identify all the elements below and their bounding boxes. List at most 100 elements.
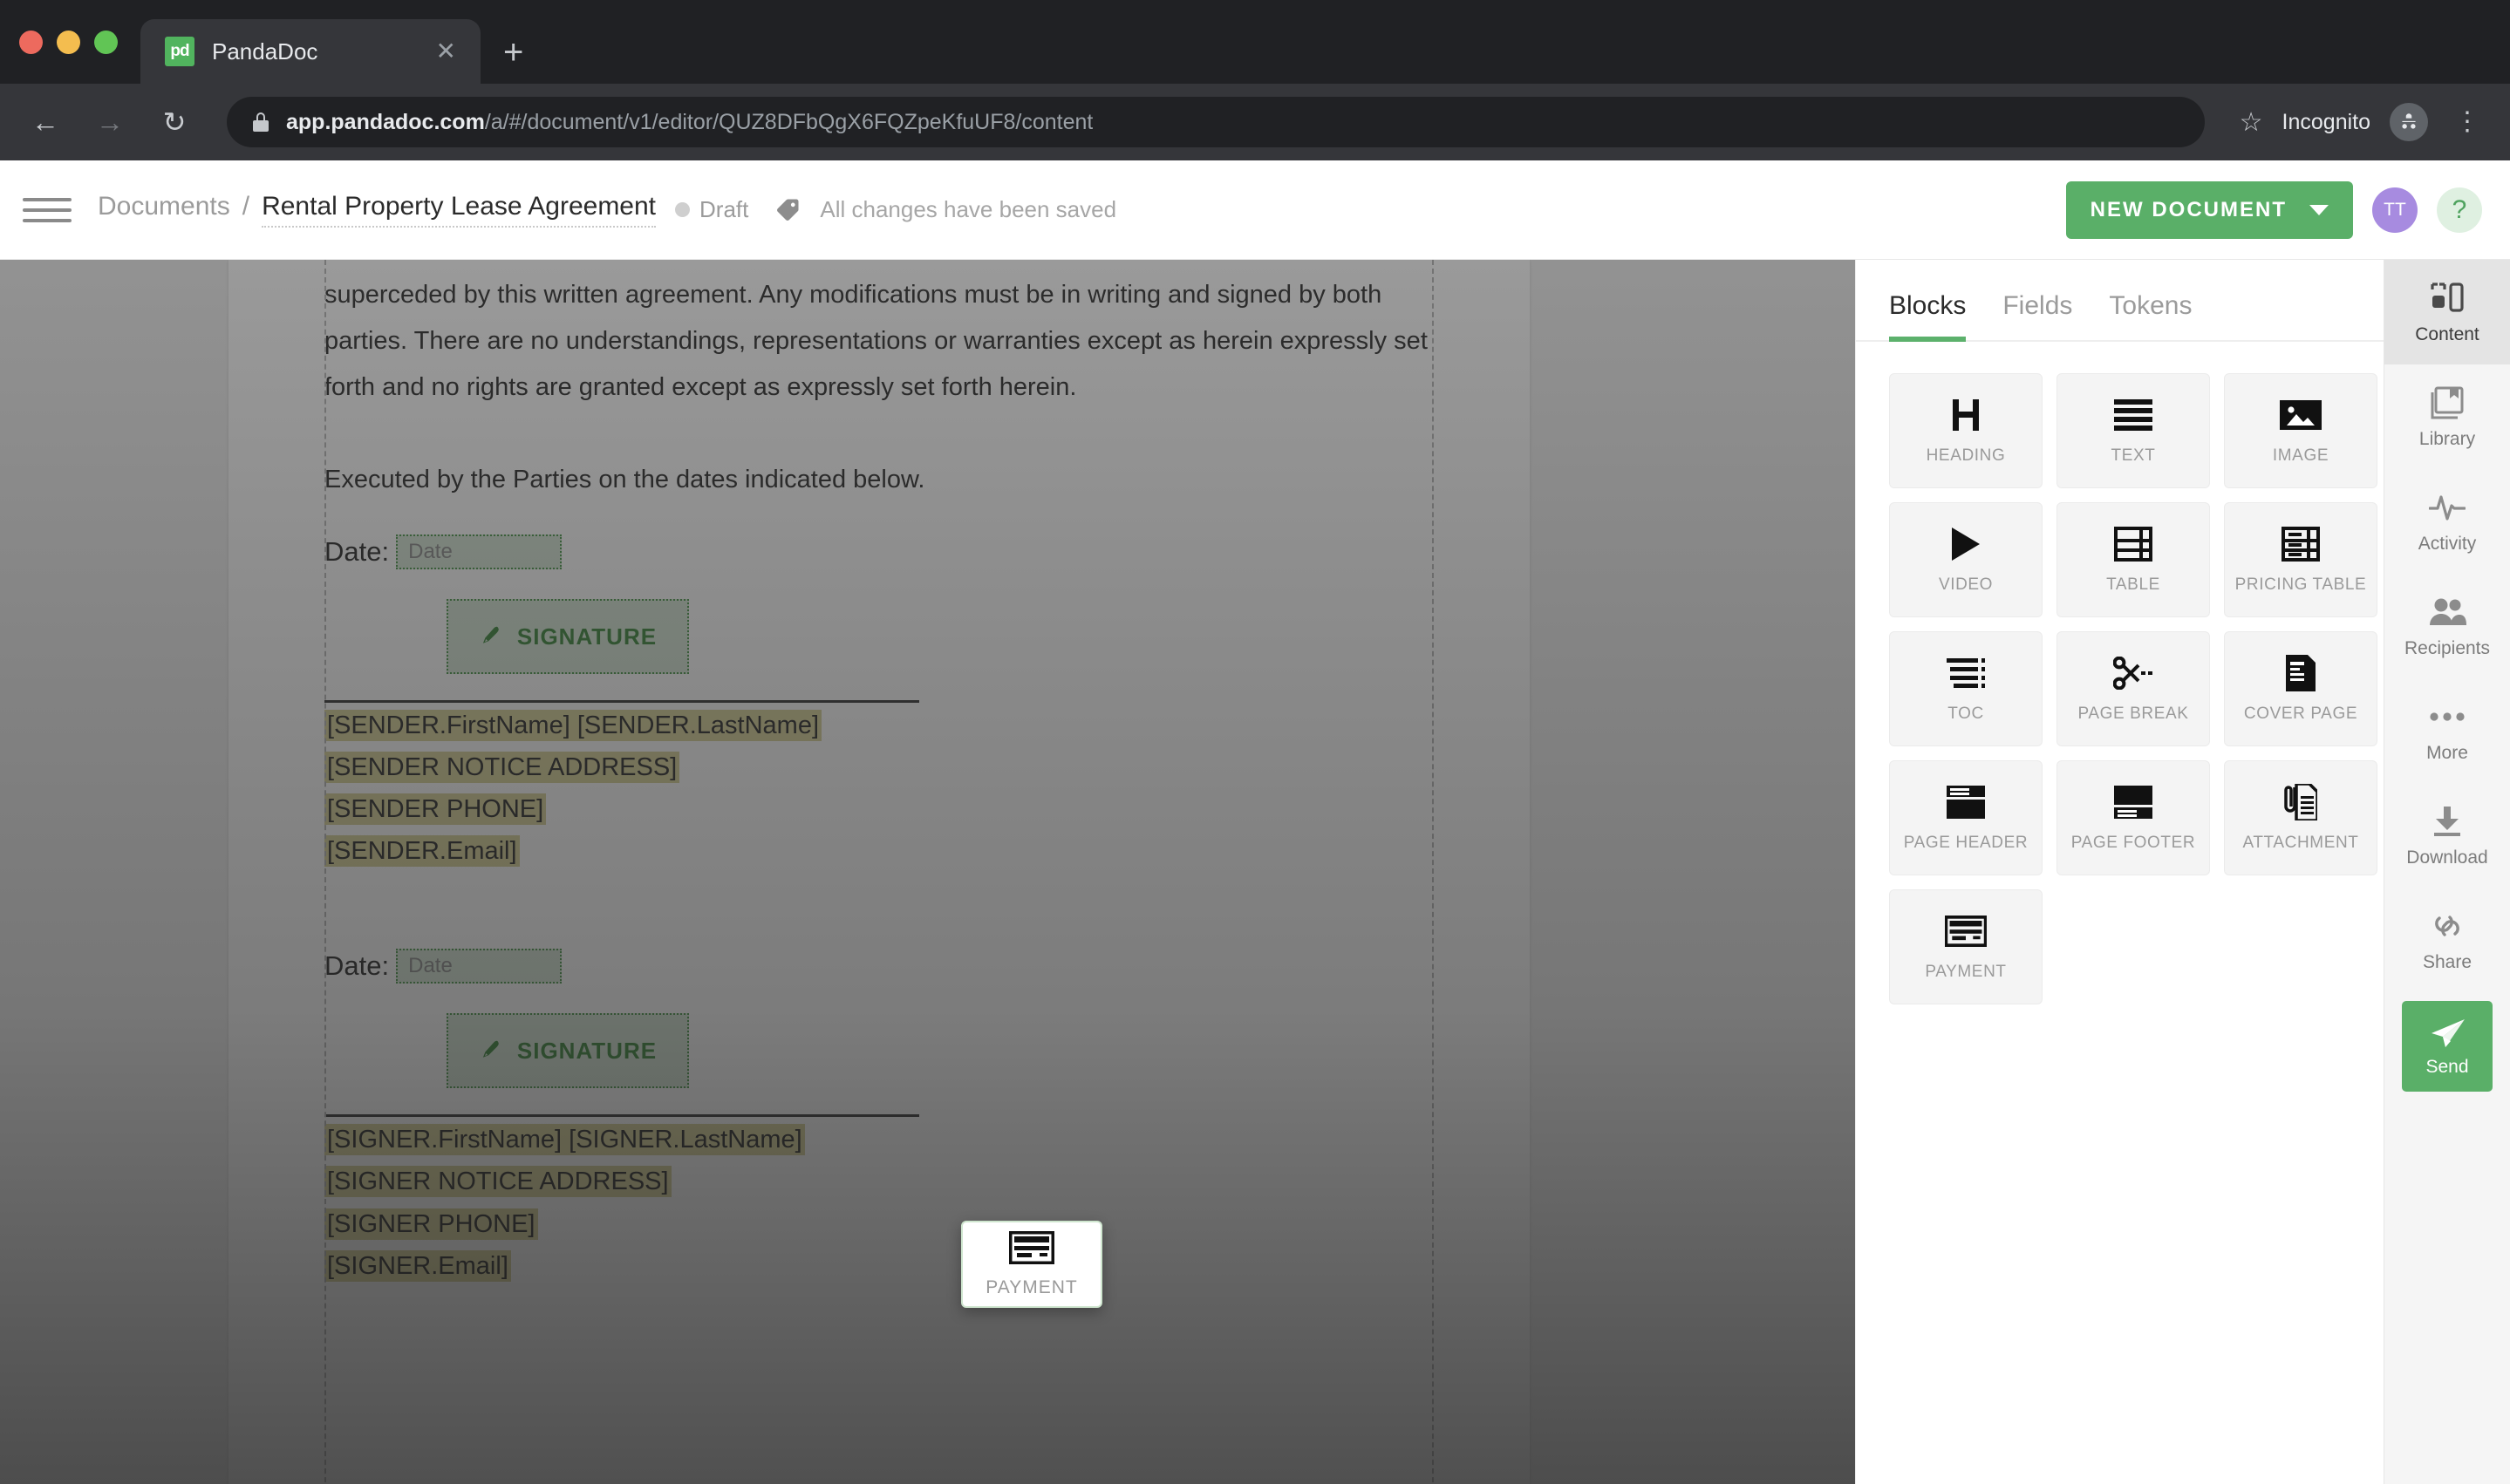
rail-item-activity-label: Activity: [2418, 533, 2477, 554]
block-text[interactable]: TEXT: [2056, 373, 2210, 488]
token-line[interactable]: [SIGNER.Email]: [324, 1247, 1434, 1285]
block-cover-page[interactable]: COVER PAGE: [2224, 631, 2377, 746]
payment-icon: [1945, 912, 1987, 950]
pen-icon: [479, 623, 501, 650]
block-heading[interactable]: HEADING: [1889, 373, 2043, 488]
block-page-footer[interactable]: PAGE FOOTER: [2056, 760, 2210, 875]
block-attachment[interactable]: ATTACHMENT: [2224, 760, 2377, 875]
back-button[interactable]: ←: [23, 99, 68, 145]
send-button-label: Send: [2425, 1057, 2469, 1077]
url-path: /a/#/document/v1/editor/QUZ8DFbQgX6FQZpe…: [484, 109, 1094, 134]
block-payment[interactable]: PAYMENT: [1889, 889, 2043, 1004]
browser-tab[interactable]: pd PandaDoc ✕: [140, 19, 481, 84]
sender-date-field[interactable]: Date: [396, 534, 563, 570]
rail-item-content[interactable]: Content: [2384, 260, 2510, 364]
sender-signature-field[interactable]: SIGNATURE: [447, 599, 689, 675]
document-title-input[interactable]: Rental Property Lease Agreement: [262, 192, 657, 228]
tab-blocks[interactable]: Blocks: [1889, 260, 1967, 342]
new-tab-button[interactable]: +: [503, 35, 523, 70]
rail-item-download[interactable]: Download: [2384, 783, 2510, 888]
token-chip[interactable]: [SIGNER PHONE]: [324, 1208, 538, 1240]
block-image[interactable]: IMAGE: [2224, 373, 2377, 488]
document-paragraph-1[interactable]: superceded by this written agreement. An…: [324, 272, 1434, 410]
send-button[interactable]: Send: [2402, 1001, 2493, 1092]
rail-item-share[interactable]: Share: [2384, 888, 2510, 992]
content-icon: [2431, 280, 2464, 317]
dragging-payment-block[interactable]: PAYMENT: [961, 1221, 1102, 1308]
browser-toolbar: ← → ↻ app.pandadoc.com/a/#/document/v1/e…: [0, 84, 2510, 160]
token-chip[interactable]: [SIGNER.FirstName] [SIGNER.LastName]: [324, 1124, 805, 1156]
block-video[interactable]: VIDEO: [1889, 502, 2043, 617]
dragging-payment-label: PAYMENT: [986, 1276, 1078, 1297]
document-canvas[interactable]: superceded by this written agreement. An…: [0, 260, 1855, 1484]
send-plane-icon: [2429, 1015, 2466, 1052]
bookmark-star-icon[interactable]: ☆: [2240, 107, 2263, 138]
pandadoc-favicon: pd: [165, 37, 194, 66]
tab-tokens[interactable]: Tokens: [2109, 260, 2192, 340]
chevron-down-icon[interactable]: [2309, 204, 2329, 215]
token-line[interactable]: [SIGNER NOTICE ADDRESS]: [324, 1162, 1434, 1201]
token-chip[interactable]: [SENDER.FirstName] [SENDER.LastName]: [324, 710, 822, 742]
signer-date-field[interactable]: Date: [396, 949, 563, 984]
token-chip[interactable]: [SENDER PHONE]: [324, 793, 547, 826]
new-document-button[interactable]: NEW DOCUMENT: [2065, 180, 2353, 239]
block-page-break[interactable]: PAGE BREAK: [2056, 631, 2210, 746]
autosave-status: All changes have been saved: [820, 196, 1117, 222]
token-chip[interactable]: [SENDER NOTICE ADDRESS]: [324, 752, 680, 784]
editor-main: superceded by this written agreement. An…: [0, 260, 2510, 1484]
breadcrumb-documents-link[interactable]: Documents: [98, 192, 230, 221]
rail-item-share-label: Share: [2422, 951, 2472, 972]
text-icon: [2114, 396, 2152, 434]
address-bar-url: app.pandadoc.com/a/#/document/v1/editor/…: [286, 110, 1093, 135]
browser-menu-icon[interactable]: ⋮: [2447, 109, 2487, 135]
token-chip[interactable]: [SENDER.Email]: [324, 835, 520, 868]
signer-signature-field[interactable]: SIGNATURE: [447, 1013, 689, 1089]
rail-item-more[interactable]: More: [2384, 678, 2510, 783]
token-line[interactable]: [SIGNER PHONE]: [324, 1205, 1434, 1243]
block-pricing-table[interactable]: PRICING TABLE: [2224, 502, 2377, 617]
rail-item-library-label: Library: [2418, 428, 2476, 449]
block-toc-label: TOC: [1947, 705, 1984, 723]
block-toc[interactable]: TOC: [1889, 631, 2043, 746]
block-page-break-label: PAGE BREAK: [2077, 705, 2189, 723]
minimize-window-button[interactable]: [57, 30, 80, 54]
signer-signature-label: SIGNATURE: [516, 1037, 658, 1064]
rail-item-activity[interactable]: Activity: [2384, 469, 2510, 574]
token-line[interactable]: [SENDER.Email]: [324, 832, 1434, 870]
token-line[interactable]: [SENDER PHONE]: [324, 790, 1434, 828]
share-icon: [2432, 908, 2463, 944]
token-line[interactable]: [SIGNER.FirstName] [SIGNER.LastName]: [324, 1120, 1434, 1159]
activity-icon: [2429, 489, 2466, 526]
token-chip[interactable]: [SIGNER NOTICE ADDRESS]: [324, 1166, 672, 1198]
forward-button[interactable]: →: [87, 99, 133, 145]
document-paragraph-2[interactable]: Executed by the Parties on the dates ind…: [324, 457, 1434, 503]
table-icon: [2114, 525, 2152, 563]
signer-token-list: [SIGNER.FirstName] [SIGNER.LastName] [SI…: [324, 1120, 1434, 1284]
pen-icon: [479, 1038, 501, 1065]
block-table[interactable]: TABLE: [2056, 502, 2210, 617]
address-bar[interactable]: app.pandadoc.com/a/#/document/v1/editor/…: [227, 97, 2205, 147]
token-chip[interactable]: [SIGNER.Email]: [324, 1249, 511, 1282]
rail-item-recipients[interactable]: Recipients: [2384, 574, 2510, 678]
status-badge: Draft: [675, 196, 748, 223]
tag-icon[interactable]: [774, 197, 801, 223]
tab-fields[interactable]: Fields: [2002, 260, 2072, 340]
rail-item-library[interactable]: Library: [2384, 364, 2510, 469]
sender-date-label: Date:: [324, 536, 390, 568]
block-cover-page-label: COVER PAGE: [2243, 705, 2358, 723]
close-tab-icon[interactable]: ✕: [436, 39, 456, 64]
reload-button[interactable]: ↻: [152, 99, 197, 145]
token-line[interactable]: [SENDER NOTICE ADDRESS]: [324, 748, 1434, 786]
incognito-avatar-icon[interactable]: [2390, 103, 2428, 141]
browser-tab-title: PandaDoc: [212, 37, 318, 65]
maximize-window-button[interactable]: [94, 30, 118, 54]
help-icon[interactable]: ?: [2437, 187, 2482, 233]
document-page[interactable]: superceded by this written agreement. An…: [228, 260, 1530, 1484]
token-line[interactable]: [SENDER.FirstName] [SENDER.LastName]: [324, 706, 1434, 745]
user-avatar[interactable]: TT: [2372, 187, 2418, 233]
header-actions: NEW DOCUMENT TT ?: [2065, 180, 2482, 239]
main-menu-hamburger-icon[interactable]: [23, 197, 72, 222]
block-page-header[interactable]: PAGE HEADER: [1889, 760, 2043, 875]
image-icon: [2280, 396, 2322, 434]
close-window-button[interactable]: [19, 30, 43, 54]
